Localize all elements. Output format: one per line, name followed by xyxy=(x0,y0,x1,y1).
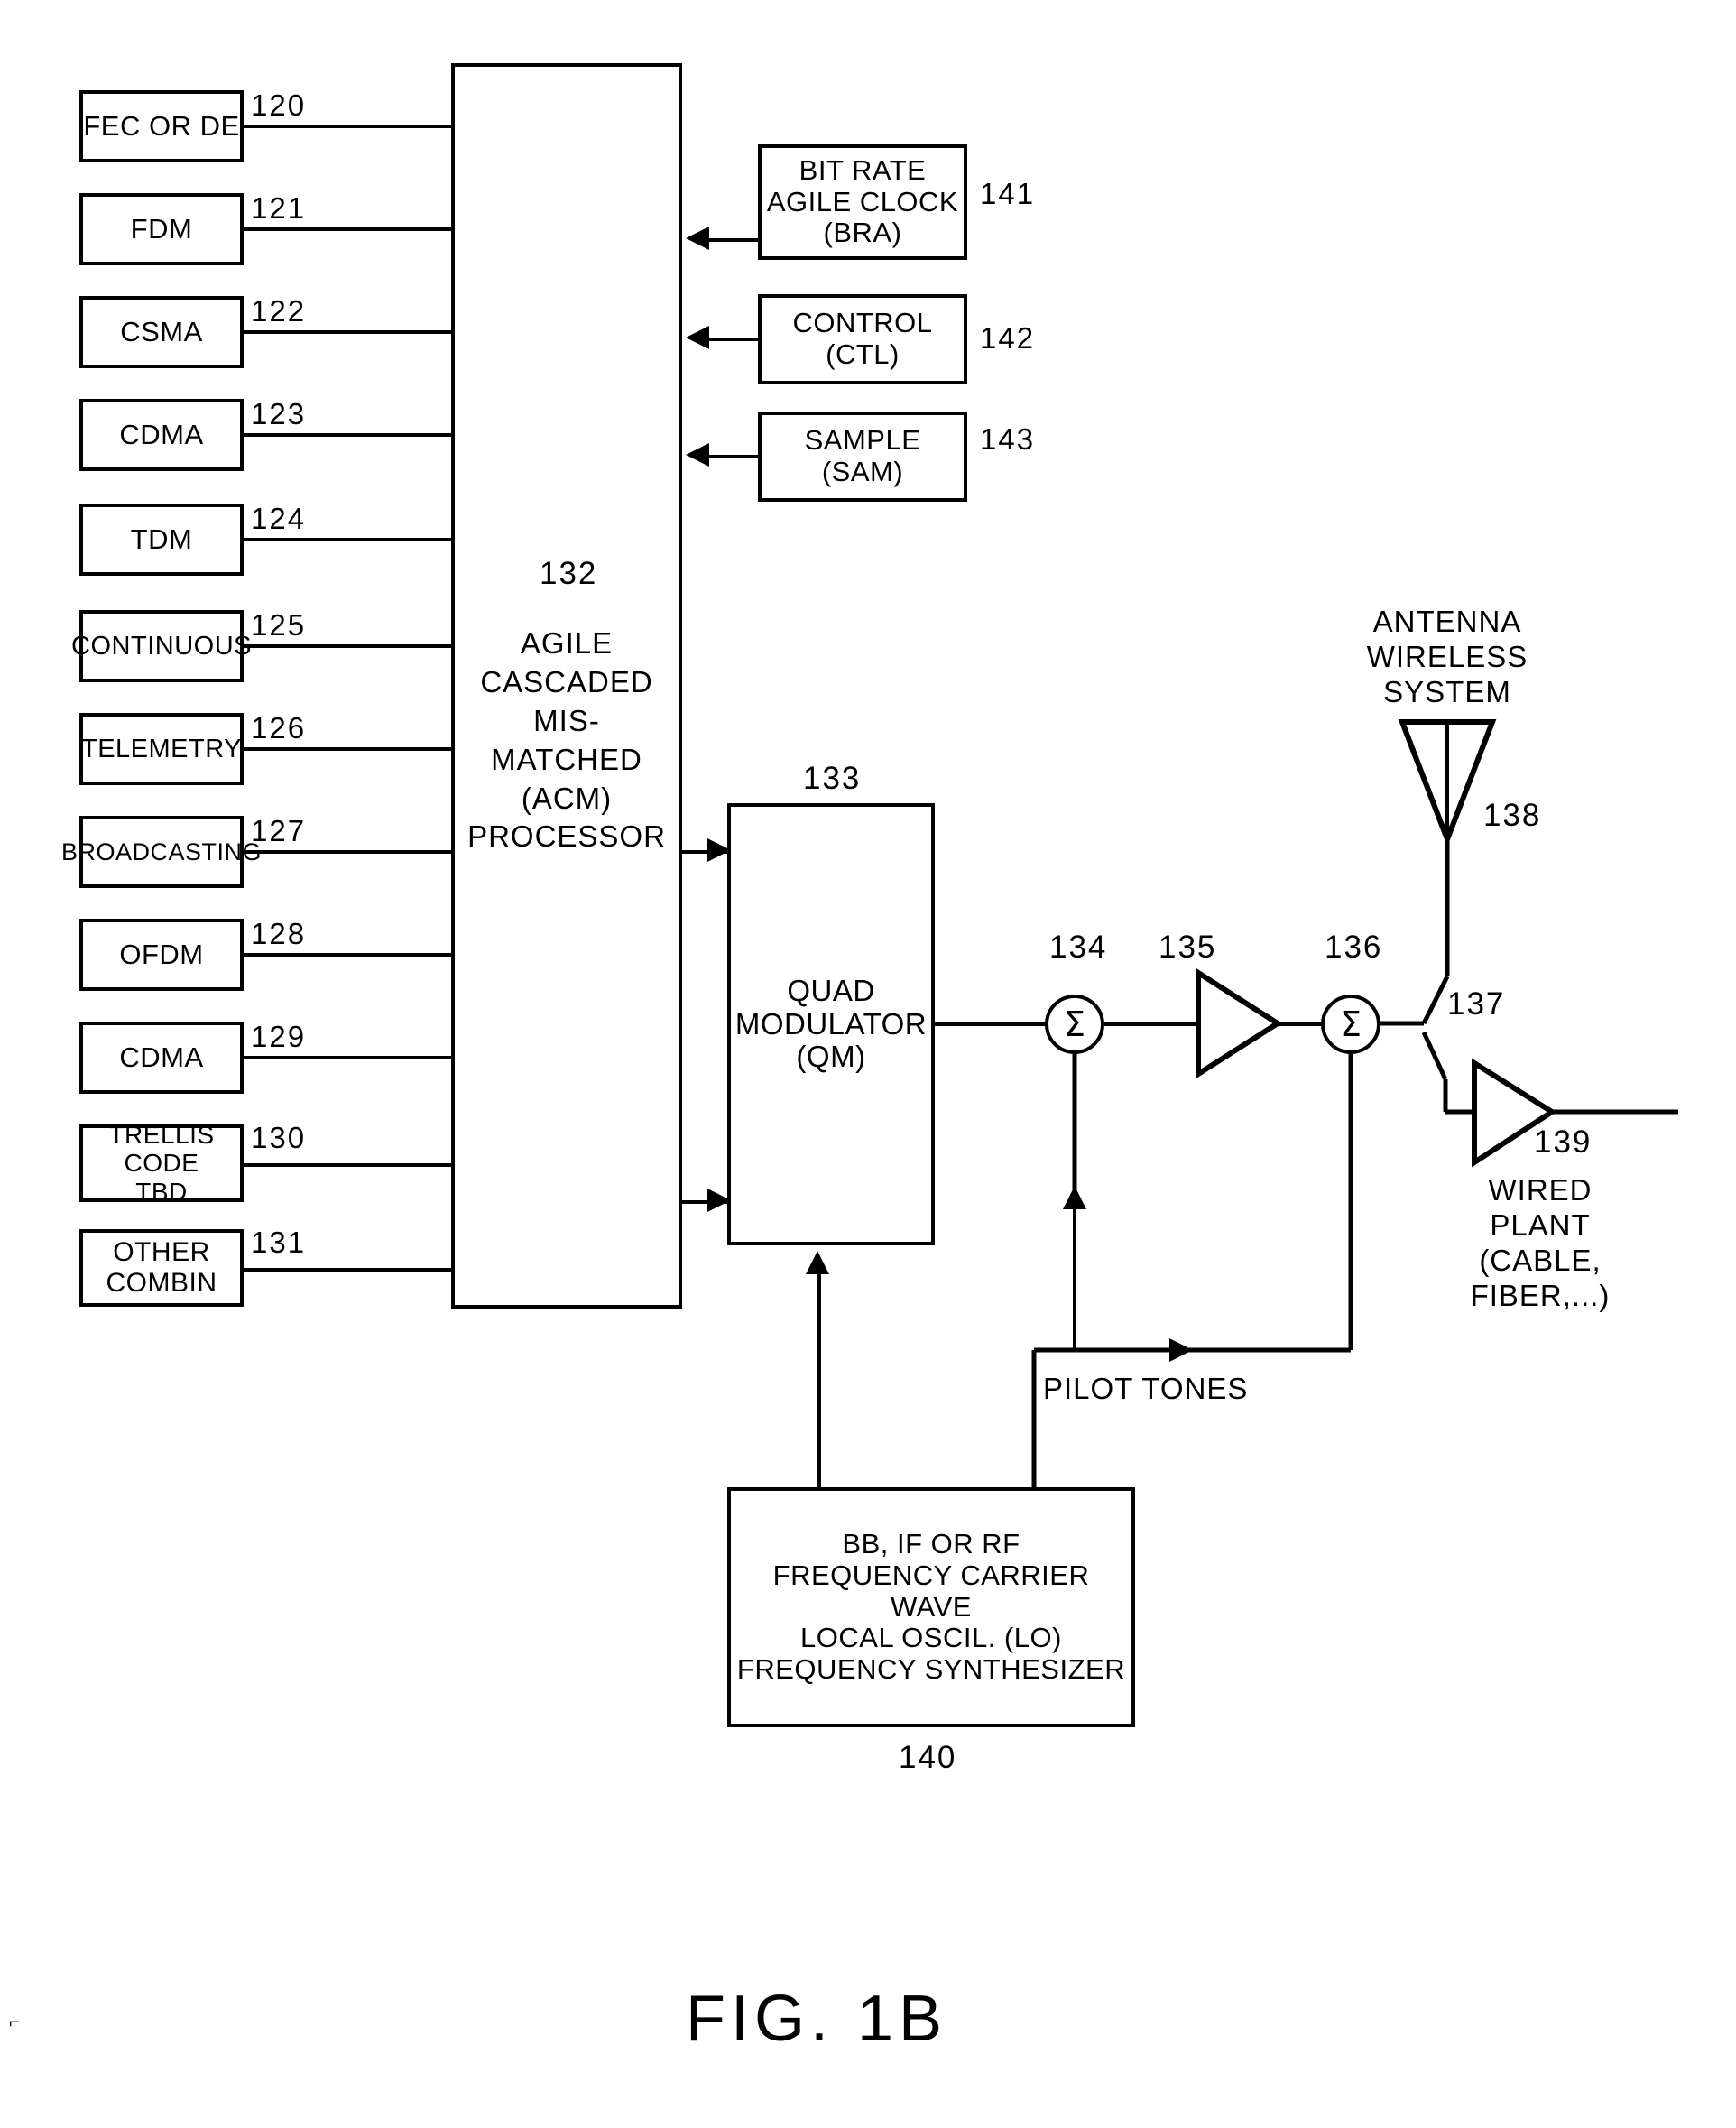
ref-number-140: 140 xyxy=(899,1740,957,1775)
pilot-tones-label: PILOT TONES xyxy=(1043,1372,1249,1405)
lo-to-qm-line xyxy=(817,1274,821,1489)
lo-to-pilot-line xyxy=(1032,1350,1036,1489)
pilot-tones-path xyxy=(1031,1054,1353,1615)
figure-caption: FIG. 1B xyxy=(686,1983,948,2055)
lo-to-qm-arrow-icon xyxy=(806,1251,829,1274)
local-oscillator-block: BB, IF OR RF FREQUENCY CARRIER WAVE LOCA… xyxy=(727,1487,1135,1727)
pilot-tones-arrow-icon xyxy=(1169,1338,1193,1362)
local-oscillator-label: BB, IF OR RF FREQUENCY CARRIER WAVE LOCA… xyxy=(736,1528,1126,1686)
pilot-vertical-line xyxy=(1073,1200,1076,1350)
patent-figure-page: FEC OR DE 120 FDM 121 CSMA 122 CDMA 123 … xyxy=(0,0,1736,2128)
scan-artifact-dot: ⌐ xyxy=(9,2012,20,2032)
